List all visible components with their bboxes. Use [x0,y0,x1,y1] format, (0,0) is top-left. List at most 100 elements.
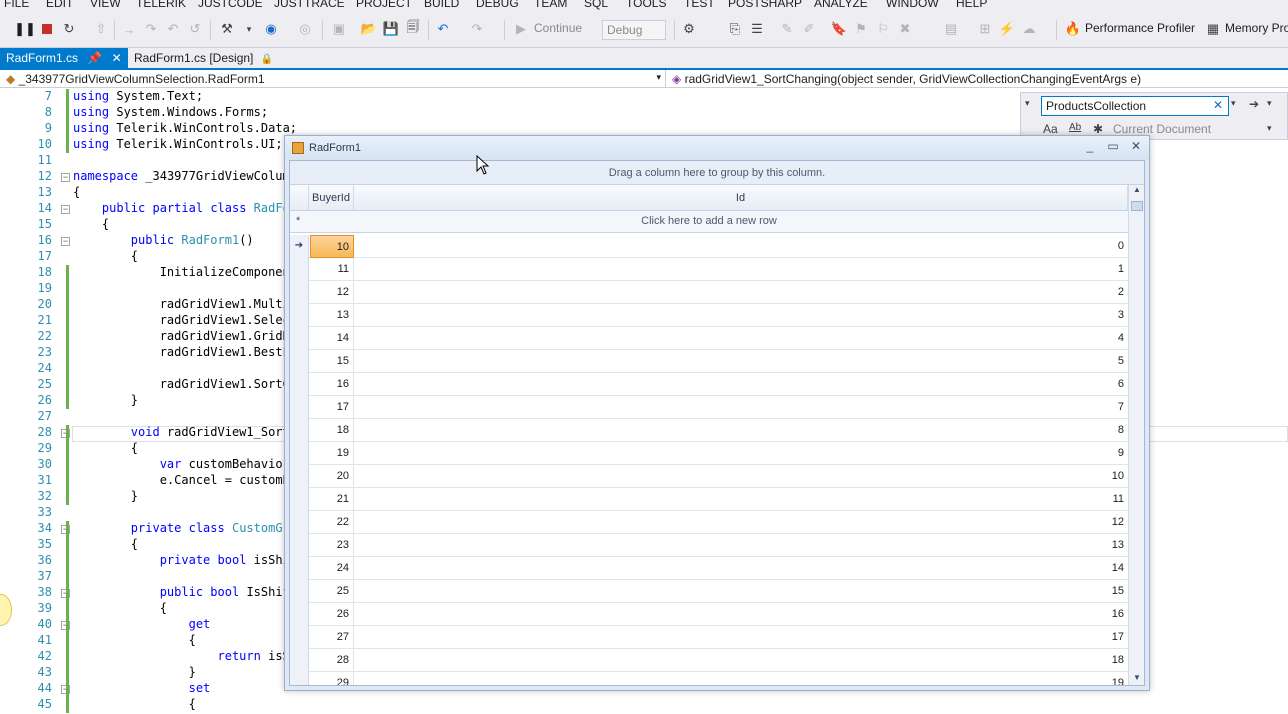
maximize-icon[interactable]: ▭ [1104,139,1122,155]
column-header-buyerid[interactable]: BuyerId [309,185,354,211]
redo-icon[interactable]: ↷ [468,20,486,38]
menu-team[interactable]: TEAM [534,0,567,10]
code-line[interactable]: { [73,697,196,711]
cell-id[interactable]: 3 [354,304,1128,327]
step-over-icon[interactable]: ↷ [142,20,160,38]
outdent-icon[interactable]: ☰ [748,20,766,38]
table-row[interactable]: 22 12 [290,511,1128,534]
performance-profiler-button[interactable]: Performance Profiler [1085,21,1195,35]
cell-buyerid[interactable]: 14 [310,327,354,350]
cell-buyerid[interactable]: 26 [310,603,354,626]
cell-id[interactable]: 14 [354,557,1128,580]
search-scope-select[interactable]: Current Document [1113,122,1211,136]
collapse-region-icon[interactable]: − [61,205,70,214]
find-in-files-icon[interactable]: ▤ [942,20,960,38]
cell-id[interactable]: 16 [354,603,1128,626]
tab-radform1-cs[interactable]: RadForm1.cs 📌 ✕ [0,48,128,68]
cell-id[interactable]: 7 [354,396,1128,419]
clear-search-icon[interactable]: ✕ [1213,98,1223,112]
memory-profiler-button[interactable]: Memory Pro [1225,21,1288,35]
table-row[interactable]: 21 11 [290,488,1128,511]
code-line[interactable]: namespace _343977GridViewColum [73,169,290,183]
code-line[interactable]: using System.Text; [73,89,203,103]
table-row[interactable]: ➔ 10 0 [290,235,1128,258]
menu-edit[interactable]: EDIT [46,0,73,10]
code-line[interactable]: public partial class RadFo [73,201,290,215]
close-icon[interactable]: ✕ [112,51,122,65]
scroll-thumb[interactable] [1131,201,1143,211]
dropdown-chevron-icon[interactable]: ▾ [240,20,258,38]
table-row[interactable]: 23 13 [290,534,1128,557]
code-line[interactable]: radGridView1.Multi [73,297,290,311]
table-row[interactable]: 13 3 [290,304,1128,327]
menu-project[interactable]: PROJECT [356,0,412,10]
menu-postsharp[interactable]: POSTSHARP [728,0,802,10]
menu-help[interactable]: HELP [956,0,987,10]
code-line[interactable]: e.Cancel = customB [73,473,290,487]
row-indicator[interactable] [290,649,309,672]
cell-id[interactable]: 11 [354,488,1128,511]
vertical-scrollbar[interactable]: ▲ ▼ [1128,185,1144,685]
code-line[interactable]: using System.Windows.Forms; [73,105,268,119]
menu-tools[interactable]: TOOLS [626,0,666,10]
table-row[interactable]: 25 15 [290,580,1128,603]
new-project-icon[interactable]: ▣ [330,20,348,38]
cell-buyerid[interactable]: 24 [310,557,354,580]
menu-test[interactable]: TEST [684,0,715,10]
attach-process-icon[interactable]: ⚙ [680,20,698,38]
code-line[interactable]: } [73,393,138,407]
row-indicator[interactable] [290,304,309,327]
row-indicator[interactable] [290,557,309,580]
table-row[interactable]: 14 4 [290,327,1128,350]
open-file-icon[interactable]: 📂 [360,20,378,38]
code-line[interactable]: var customBehavior [73,457,290,471]
row-indicator[interactable] [290,350,309,373]
code-line[interactable]: public RadForm1() [73,233,254,247]
show-next-statement-icon[interactable]: ⇧ [92,20,110,38]
chevron-down-icon[interactable]: ▾ [1231,98,1236,109]
solution-configuration-select[interactable]: Debug [602,20,666,40]
code-line[interactable]: { [73,601,167,615]
row-indicator[interactable] [290,465,309,488]
cell-buyerid[interactable]: 19 [310,442,354,465]
cell-buyerid[interactable]: 20 [310,465,354,488]
step-out-icon[interactable]: ↶ [164,20,182,38]
table-row[interactable]: 26 16 [290,603,1128,626]
code-line[interactable]: radGridView1.Selec [73,313,290,327]
step-back-icon[interactable]: ↺ [186,20,204,38]
row-indicator[interactable] [290,626,309,649]
minimize-icon[interactable]: _ [1081,139,1099,155]
code-line[interactable]: } [73,489,138,503]
new-row[interactable]: * Click here to add a new row [290,211,1128,233]
pin-icon[interactable]: 📌 [87,51,102,65]
scroll-up-icon[interactable]: ▲ [1129,185,1144,199]
cell-id[interactable]: 2 [354,281,1128,304]
row-indicator[interactable] [290,396,309,419]
cell-buyerid[interactable]: 23 [310,534,354,557]
table-row[interactable]: 28 18 [290,649,1128,672]
code-line[interactable]: void radGridView1_Sort [73,425,290,439]
save-all-icon[interactable]: 🗐 [404,19,422,38]
window-title-bar[interactable]: RadForm1 _ ▭ ✕ [285,136,1149,160]
chevron-down-icon[interactable]: ▾ [1267,123,1272,134]
menu-debug[interactable]: DEBUG [476,0,519,10]
row-indicator[interactable]: ➔ [290,235,309,258]
code-line[interactable]: public bool IsShif [73,585,290,599]
row-indicator[interactable] [290,603,309,626]
table-row[interactable]: 27 17 [290,626,1128,649]
menu-justcode[interactable]: JUSTCODE [198,0,263,10]
cell-buyerid[interactable]: 28 [310,649,354,672]
cell-buyerid[interactable]: 10 [310,235,354,258]
find-next-icon[interactable]: ➔ [1249,97,1259,111]
row-indicator[interactable] [290,258,309,281]
code-line[interactable]: radGridView1.BestF [73,345,290,359]
scroll-down-icon[interactable]: ▼ [1129,673,1144,685]
member-selector[interactable]: ◈ radGridView1_SortChanging(object sende… [668,70,1288,88]
menu-telerik[interactable]: TELERIK [136,0,186,10]
row-indicator[interactable] [290,442,309,465]
code-line[interactable]: InitializeComponen [73,265,290,279]
cell-buyerid[interactable]: 18 [310,419,354,442]
menu-view[interactable]: VIEW [90,0,121,10]
cell-id[interactable]: 17 [354,626,1128,649]
row-indicator[interactable] [290,373,309,396]
